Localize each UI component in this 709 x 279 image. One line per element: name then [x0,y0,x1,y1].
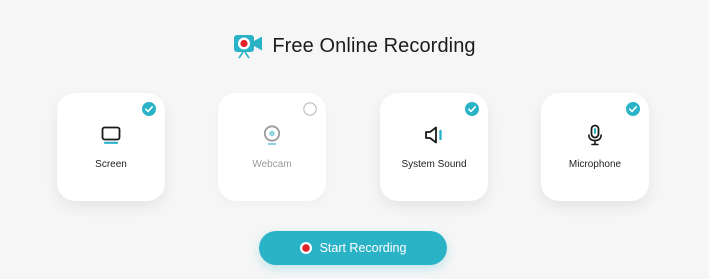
option-card-microphone[interactable]: Microphone [541,93,649,201]
start-recording-button[interactable]: Start Recording [259,231,447,265]
unchecked-circle-icon[interactable] [303,102,317,116]
video-camera-record-icon [234,35,263,59]
option-card-webcam[interactable]: Webcam [218,93,326,201]
checked-icon[interactable] [626,102,640,116]
option-label: Screen [95,159,127,170]
header: Free Online Recording [0,33,709,59]
speaker-icon [425,126,442,144]
option-card-screen[interactable]: Screen [57,93,165,201]
option-label: System Sound [401,159,467,170]
start-recording-label: Start Recording [319,241,407,255]
monitor-icon [101,126,121,144]
record-dot-icon [299,242,312,254]
microphone-icon [588,124,602,146]
option-label: Webcam [252,159,292,170]
option-label: Microphone [568,159,622,170]
option-card-system-sound[interactable]: System Sound [380,93,488,201]
checked-icon[interactable] [142,102,156,116]
page-title: Free Online Recording [272,34,476,57]
checked-icon[interactable] [465,102,479,116]
recording-page: Free Online Recording Screen Webcam Syst… [0,0,709,279]
webcam-icon [263,125,281,145]
